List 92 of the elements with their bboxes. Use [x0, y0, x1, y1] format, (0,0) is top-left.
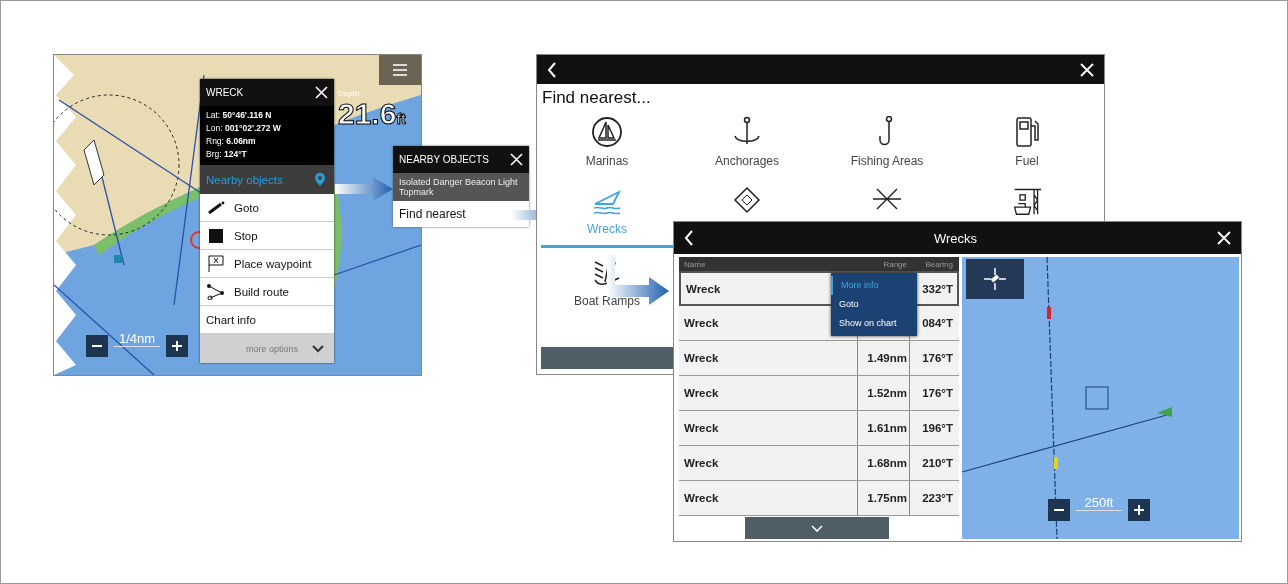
zoom-out-button[interactable] [86, 335, 108, 357]
fuel-pump-icon[interactable] [1014, 116, 1040, 148]
table-row[interactable]: Wreck 1.52nm 176°T [679, 376, 959, 411]
table-row[interactable]: Wreck 1.75nm 223°T [679, 481, 959, 516]
crosshair-icon [984, 268, 1006, 290]
wreck-marker-icon [1085, 386, 1109, 410]
back-button[interactable] [682, 228, 696, 248]
menu-item[interactable]: Goto [200, 194, 334, 222]
route-icon [206, 283, 226, 300]
close-button[interactable] [315, 86, 328, 99]
menu-item[interactable]: Stop [200, 222, 334, 250]
category-label[interactable]: Boat Ramps [574, 294, 640, 308]
marker-icon [114, 255, 122, 263]
close-icon [1080, 62, 1094, 77]
position-detail: Brg: 124°T [206, 149, 248, 159]
table-cell: Wreck [684, 387, 719, 399]
category-label[interactable]: Anchorages [714, 154, 779, 168]
table-row[interactable]: Wreck 1.49nm 176°T [679, 341, 959, 376]
close-icon [315, 86, 328, 99]
table-cell: 196°T [909, 411, 957, 445]
buoy-icon [1047, 307, 1051, 319]
nearby-objects-button[interactable]: Nearby objects [200, 165, 334, 194]
minus-icon [92, 345, 102, 347]
table-cell: 210°T [909, 446, 957, 480]
table-cell: 1.68nm [867, 457, 907, 469]
menu-icon [393, 64, 407, 76]
table-cell: 223°T [909, 481, 957, 515]
chevron-down-icon [312, 344, 324, 353]
boat-icon [83, 139, 105, 186]
location-pin-icon [314, 171, 326, 188]
menu-button[interactable] [379, 55, 421, 85]
screen-heading: Find nearest... [541, 87, 652, 108]
close-button[interactable] [510, 153, 523, 166]
close-button[interactable] [1215, 229, 1233, 247]
zoom-in-button[interactable] [166, 335, 188, 357]
category-label[interactable]: Fishing Areas [850, 154, 924, 168]
stop-icon [206, 228, 226, 243]
popup-title: WRECK [206, 87, 244, 98]
position-detail: Lat: 50°46'.116 N [206, 110, 273, 120]
table-cell: 176°T [909, 376, 957, 410]
zoom-out-button[interactable] [1048, 499, 1070, 521]
table-cell: Wreck [684, 352, 719, 364]
plus-icon [172, 341, 182, 351]
back-icon [684, 230, 694, 246]
position-detail: Rng: 6.06nm [206, 136, 257, 146]
menu-item[interactable]: Place waypoint [200, 250, 334, 278]
crane-ship-icon[interactable] [1011, 186, 1043, 216]
scale-label: 1/4nm [114, 331, 160, 347]
waypoint-flag-icon [206, 254, 226, 273]
table-cell: 1.52nm [867, 387, 907, 399]
scale-label: 250ft [1076, 495, 1122, 511]
menu-item[interactable]: Build route [200, 278, 334, 306]
plus-icon [1134, 505, 1144, 515]
menu-item[interactable]: More info [831, 276, 917, 295]
table-cell: Wreck [684, 492, 719, 504]
screen-title: Wrecks [933, 230, 978, 246]
table-cell: 1.61nm [867, 422, 907, 434]
table-cell: Wreck [684, 457, 719, 469]
position-detail: Lon: 001°02'.272 W [206, 123, 282, 133]
chevron-down-icon [811, 524, 823, 532]
table-cell: 1.75nm [867, 492, 907, 504]
column-header: Name [683, 259, 707, 269]
diamond-beacon-icon[interactable] [733, 186, 761, 214]
goto-icon [206, 200, 226, 215]
boat-icon [1157, 407, 1172, 417]
zoom-in-button[interactable] [1128, 499, 1150, 521]
table-row[interactable]: Wreck 1.68nm 210°T [679, 446, 959, 481]
table-cell: Wreck [686, 282, 721, 295]
close-icon [510, 153, 523, 166]
minus-icon [1054, 509, 1064, 511]
table-cell: Wreck [684, 317, 719, 329]
close-icon [1217, 231, 1231, 245]
close-button[interactable] [1078, 60, 1096, 79]
asterisk-icon[interactable] [871, 186, 903, 212]
back-icon [547, 61, 557, 78]
column-header: Range [882, 259, 908, 269]
menu-item[interactable]: Chart info [200, 306, 334, 334]
table-row[interactable]: Wreck 1.61nm 196°T [679, 411, 959, 446]
column-header: Bearing [924, 259, 954, 269]
list-item[interactable]: Isolated Danger Beacon Light Topmark [393, 173, 529, 201]
depth-label: Depth [338, 89, 360, 98]
category-label[interactable]: Fuel [1015, 154, 1039, 168]
popup-title: NEARBY OBJECTS [399, 154, 489, 165]
table-cell: 176°T [909, 341, 957, 375]
buoy-icon [1054, 457, 1058, 469]
table-cell: 1.49nm [867, 352, 907, 364]
table-cell: Wreck [684, 422, 719, 434]
center-on-boat-button[interactable] [966, 259, 1024, 299]
sailboat-icon[interactable] [591, 116, 623, 148]
list-item[interactable]: Find nearest [393, 201, 529, 227]
category-label[interactable]: Marinas [585, 154, 629, 168]
callout-arrow [335, 177, 393, 201]
